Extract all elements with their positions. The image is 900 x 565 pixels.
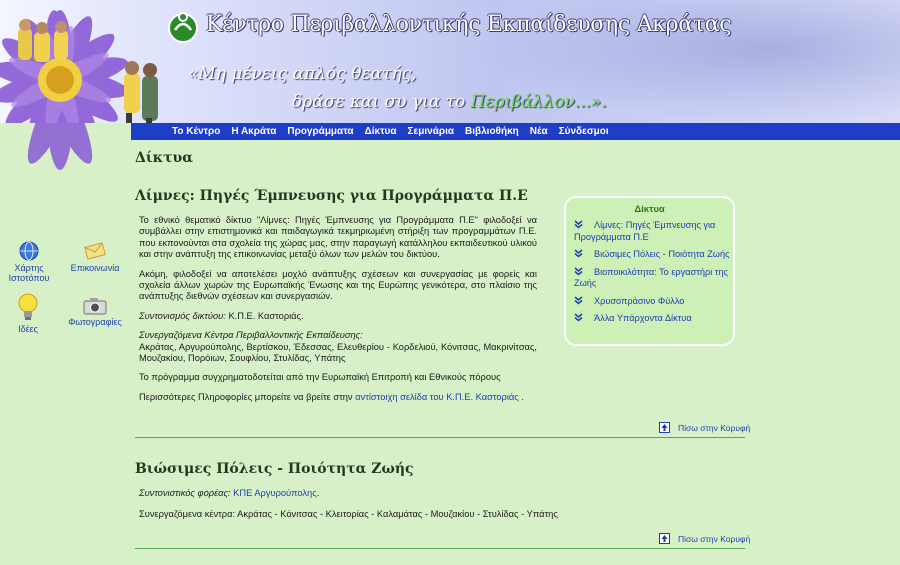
networks-item-label: Χρυσοπράσινο Φύλλο — [594, 295, 685, 306]
argyroupoli-link[interactable]: ΚΠΕ Αργυρούπολης — [233, 488, 317, 498]
site-title: Κέντρο Περιβαλλοντικής Εκπαίδευσης Ακράτ… — [206, 12, 732, 37]
networks-list-item[interactable]: Βιοποικιλότητα: Το εργαστήρι της Ζωής — [574, 267, 732, 290]
site-header: Κέντρο Περιβαλλοντικής Εκπαίδευσης Ακράτ… — [0, 0, 900, 123]
lakes-partners: Συνεργαζόμενα Κέντρα Περιβαλλοντικής Εκπ… — [139, 330, 537, 364]
networks-box: Δίκτυα Λίμνες: Πηγές Έμπνευσης για Προγρ… — [564, 196, 735, 346]
networks-list-item[interactable]: Λίμνες: Πηγές Έμπνευσης για Προγράμματα … — [574, 220, 732, 243]
chevron-down-icon — [574, 313, 583, 322]
nav-item-networks[interactable]: Δίκτυα — [365, 126, 397, 137]
photos-link[interactable]: Φωτογραφίες — [64, 297, 126, 327]
chevron-down-icon — [574, 249, 583, 258]
nav-item-center[interactable]: Το Κέντρο — [172, 126, 220, 137]
lakes-more-info: Περισσότερες Πληροφορίες μπορείτε να βρε… — [139, 392, 537, 403]
ideas-label: Ιδέες — [18, 324, 38, 334]
page-title: Δίκτυα — [135, 150, 194, 166]
camera-icon — [83, 298, 107, 315]
photos-label: Φωτογραφίες — [68, 317, 122, 327]
lakes-funding: Το πρόγραμμα συγχρηματοδοτείται από την … — [139, 372, 501, 383]
networks-item-label: Λίμνες: Πηγές Έμπνευσης για Προγράμματα … — [574, 220, 716, 242]
lakes-paragraph-1: Το εθνικό θεματικό δίκτυο "Λίμνες: Πηγές… — [139, 215, 537, 260]
sitemap-label-2: Ιστοτόπου — [8, 273, 50, 283]
cities-coordination-label: Συντονιστικός φορέας: — [139, 488, 231, 498]
lakes-more-prefix: Περισσότερες Πληροφορίες μπορείτε να βρε… — [139, 391, 356, 402]
lightbulb-icon — [18, 293, 38, 320]
lakes-partners-value: Ακράτας, Αργυρούπολης, Βερτίσκου, Έδεσσα… — [139, 341, 537, 364]
lakes-coordination-label: Συντονισμός δικτύου: — [139, 310, 226, 321]
back-to-top-label-1: Πίσω στην Κορυφή — [678, 422, 751, 433]
back-to-top-label-2: Πίσω στην Κορυφή — [678, 533, 751, 544]
back-to-top-link-2[interactable]: Πίσω στην Κορυφή — [659, 533, 750, 544]
nav-item-seminars[interactable]: Σεμινάρια — [408, 126, 454, 137]
section-title-cities: Βιώσιμες Πόλεις - Ποιότητα Ζωής — [135, 461, 414, 477]
networks-item-label: Βιοποικιλότητα: Το εργαστήρι της Ζωής — [574, 266, 728, 289]
networks-box-title: Δίκτυα — [634, 204, 665, 215]
networks-list-item[interactable]: Χρυσοπράσινο Φύλλο — [574, 296, 732, 308]
nav-item-programs[interactable]: Προγράμματα — [287, 126, 353, 137]
cities-coordination-suffix: . — [316, 488, 320, 498]
networks-item-label: Άλλα Υπάρχοντα Δίκτυα — [594, 313, 692, 323]
cities-coordination: Συντονιστικός φορέας: ΚΠΕ Αργυρούπολης. — [139, 488, 699, 499]
logo-icon — [168, 12, 198, 43]
back-to-top-link-1[interactable]: Πίσω στην Κορυφή — [659, 422, 750, 433]
nav-item-links[interactable]: Σύνδεσμοι — [559, 126, 609, 137]
main-nav: Το Κέντρο Η Ακράτα Προγράμματα Δίκτυα Σε… — [131, 123, 900, 140]
chevron-down-icon — [574, 266, 583, 275]
ideas-link[interactable]: Ιδέες — [8, 292, 48, 334]
sitemap-link[interactable]: Χάρτης Ιστοτόπου — [4, 241, 54, 283]
nav-item-library[interactable]: Βιβλιοθήκη — [465, 126, 519, 137]
section-divider-1 — [135, 437, 745, 438]
nav-item-akrata[interactable]: Η Ακράτα — [231, 126, 276, 137]
contact-link[interactable]: Επικοινωνία — [66, 241, 124, 273]
lakes-coordination-value: Κ.Π.Ε. Καστοριάς. — [225, 310, 304, 321]
contact-label: Επικοινωνία — [70, 263, 120, 273]
kastoria-page-link[interactable]: αντίστοιχη σελίδα του Κ.Π.Ε. Καστοριάς — [355, 392, 519, 402]
envelope-icon — [84, 242, 106, 260]
networks-list-item[interactable]: Βιώσιμες Πόλεις - Ποιότητα Ζωής — [574, 249, 732, 261]
slogan-line-2-green: Περιβάλλον...». — [470, 92, 607, 112]
lakes-more-suffix: . — [518, 391, 524, 402]
sitemap-label-1: Χάρτης — [14, 263, 44, 273]
networks-list: Λίμνες: Πηγές Έμπνευσης για Προγράμματα … — [574, 220, 732, 331]
slogan-line-1: «Μη μένεις απλός θεατής, — [188, 64, 417, 84]
section-body-lakes: Το εθνικό θεματικό δίκτυο "Λίμνες: Πηγές… — [139, 215, 537, 411]
lakes-coordination: Συντονισμός δικτύου: Κ.Π.Ε. Καστοριάς. — [139, 311, 537, 322]
lakes-partners-label: Συνεργαζόμενα Κέντρα Περιβαλλοντικής Εκπ… — [139, 330, 363, 341]
globe-icon — [19, 241, 39, 261]
slogan-line-2-text: δράσε και συ για το — [292, 92, 471, 112]
section-body-cities: Συντονιστικός φορέας: ΚΠΕ Αργυρούπολης. … — [139, 488, 699, 529]
chevron-down-icon — [574, 220, 583, 229]
chevron-down-icon — [574, 295, 583, 304]
lakes-paragraph-2: Ακόμη, φιλοδοξεί να αποτελέσει μοχλό ανά… — [139, 268, 537, 302]
arrow-up-icon — [659, 533, 670, 544]
nav-item-news[interactable]: Νέα — [530, 126, 548, 137]
people-photo — [18, 19, 158, 123]
arrow-up-icon — [659, 422, 670, 433]
cities-partners: Συνεργαζόμενα κέντρα: Ακράτας - Κόνιτσας… — [139, 509, 558, 520]
section-divider-2 — [135, 548, 745, 549]
flower-image-bottom — [27, 123, 93, 170]
networks-item-label: Βιώσιμες Πόλεις - Ποιότητα Ζωής — [594, 249, 730, 259]
section-title-lakes: Λίμνες: Πηγές Έμπνευσης για Προγράμματα … — [135, 188, 528, 204]
networks-list-item[interactable]: Άλλα Υπάρχοντα Δίκτυα — [574, 313, 732, 325]
slogan-line-2: δράσε και συ για το Περιβάλλον...». — [292, 92, 607, 112]
